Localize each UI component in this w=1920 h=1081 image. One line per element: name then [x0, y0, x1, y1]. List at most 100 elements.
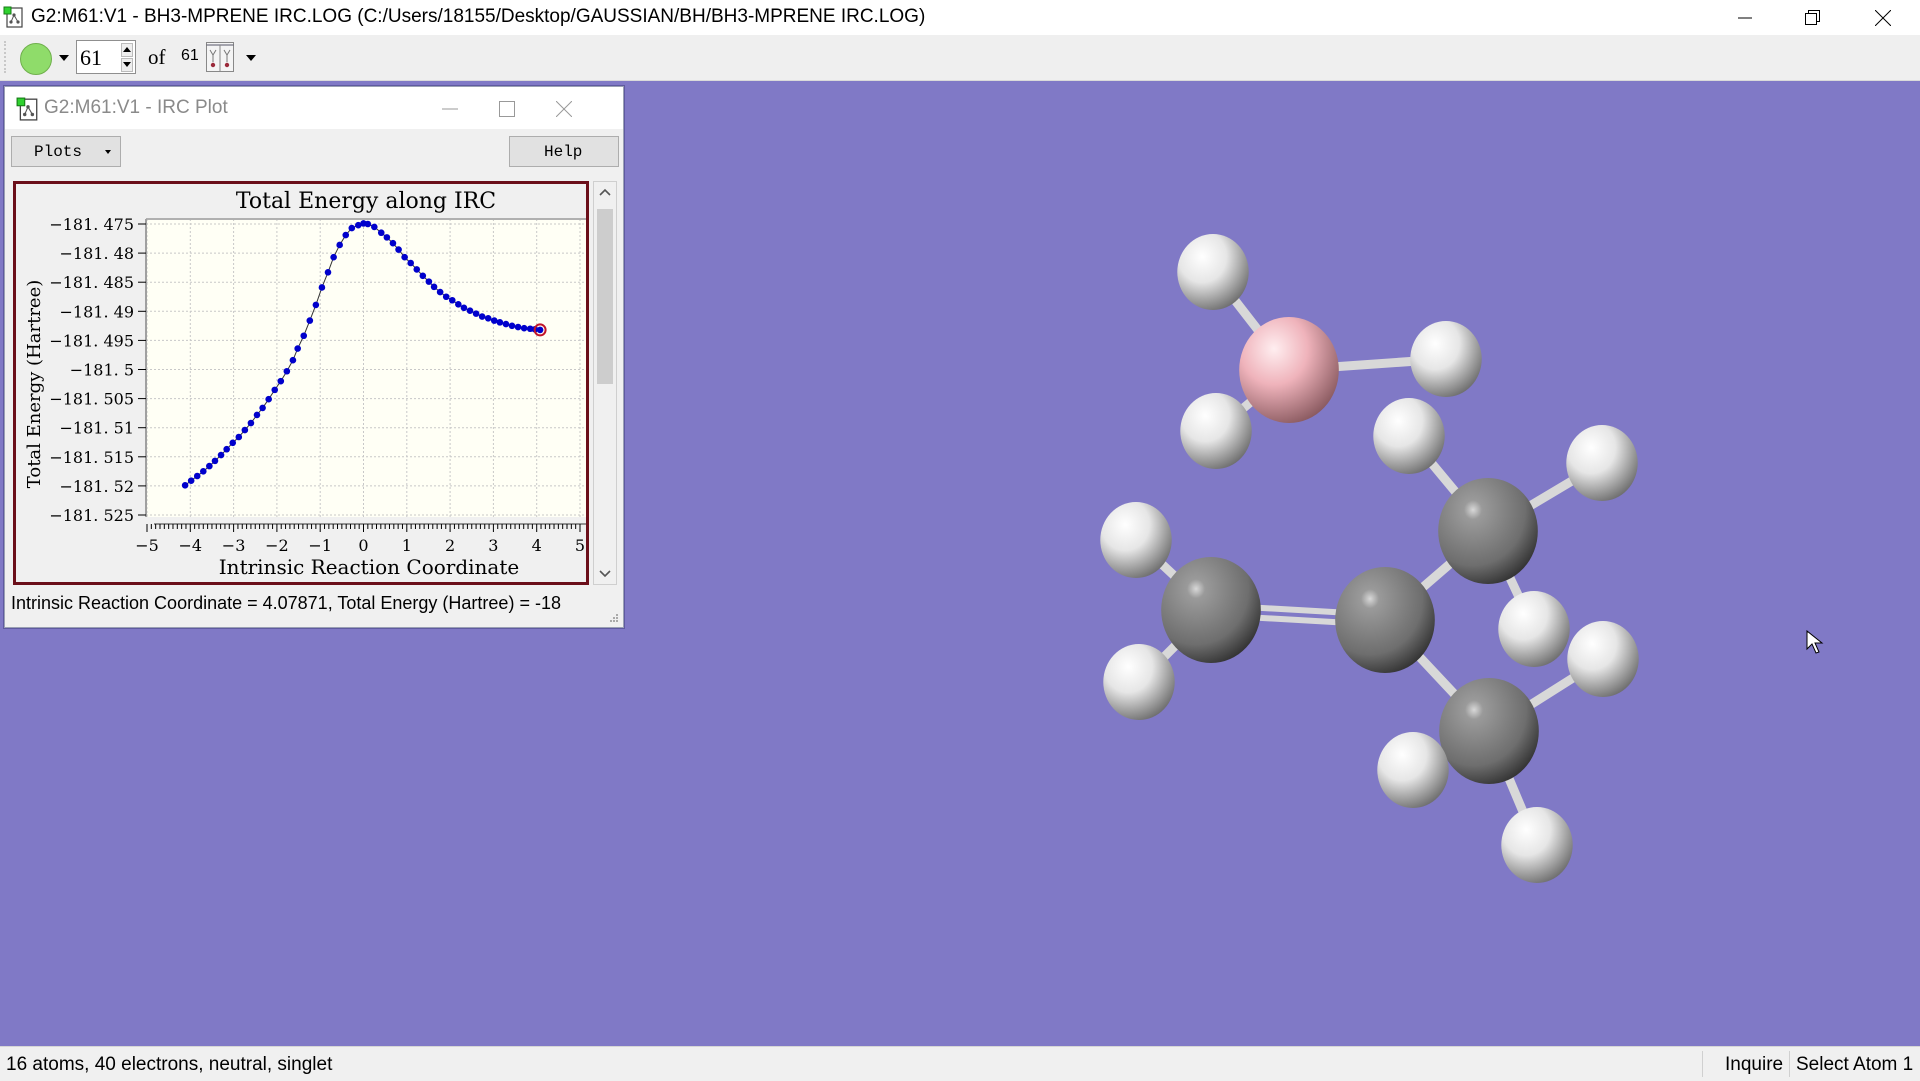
of-label: of	[148, 45, 166, 69]
data-point[interactable]	[383, 234, 391, 241]
data-point[interactable]	[217, 451, 225, 459]
scroll-up-icon[interactable]	[599, 188, 611, 196]
atom-h[interactable]	[1377, 732, 1449, 808]
irc-close-button[interactable]	[529, 91, 599, 126]
data-point[interactable]	[508, 322, 516, 330]
y-tick-label: −181. 505	[49, 390, 134, 409]
close-button[interactable]	[1848, 0, 1918, 35]
data-point[interactable]	[259, 404, 266, 412]
irc-dropdown-icon[interactable]	[246, 55, 256, 61]
atom-h[interactable]	[1373, 398, 1445, 474]
atom-h[interactable]	[1177, 234, 1249, 310]
data-point[interactable]	[478, 313, 486, 320]
minimize-button[interactable]	[1710, 0, 1780, 35]
data-point[interactable]	[430, 283, 438, 291]
data-point[interactable]	[472, 310, 480, 317]
data-point[interactable]	[460, 304, 468, 312]
data-point[interactable]	[536, 326, 544, 334]
data-point[interactable]	[502, 320, 510, 328]
atom-h[interactable]	[1410, 321, 1482, 397]
atom-h[interactable]	[1498, 591, 1570, 667]
data-point[interactable]	[389, 239, 397, 247]
irc-plot-frame: −181. 475 −181. 48 −181. 485 −181. 49 −181. …	[13, 181, 589, 585]
data-point[interactable]	[289, 356, 297, 364]
data-point[interactable]	[300, 332, 308, 340]
data-point[interactable]	[342, 231, 350, 239]
data-point[interactable]	[318, 284, 326, 291]
data-point[interactable]	[425, 278, 433, 285]
data-point[interactable]	[235, 433, 243, 441]
data-point[interactable]	[407, 259, 414, 267]
data-point[interactable]	[277, 377, 285, 385]
data-point[interactable]	[348, 224, 356, 232]
data-point[interactable]	[193, 472, 201, 480]
data-point[interactable]	[401, 253, 408, 261]
data-point[interactable]	[294, 345, 301, 352]
atom-c[interactable]	[1335, 567, 1435, 673]
atom-h[interactable]	[1566, 425, 1638, 501]
atom-c[interactable]	[1439, 678, 1539, 784]
data-point[interactable]	[490, 317, 498, 324]
atom-h[interactable]	[1103, 644, 1175, 720]
irc-chart[interactable]: −181. 475 −181. 48 −181. 485 −181. 49 −181. …	[16, 184, 589, 582]
data-point[interactable]	[253, 411, 261, 419]
atom-h[interactable]	[1501, 807, 1573, 883]
data-point[interactable]	[413, 266, 421, 273]
data-point[interactable]	[324, 269, 332, 276]
data-point[interactable]	[371, 223, 378, 231]
atom-b[interactable]	[1239, 317, 1339, 423]
y-axis-label: Total Energy (Hartree)	[24, 280, 45, 489]
resize-grip-icon[interactable]	[610, 614, 618, 622]
data-point[interactable]	[484, 314, 492, 322]
plots-dropdown-button[interactable]: Plots	[11, 136, 121, 167]
atom-c[interactable]	[1438, 478, 1538, 584]
element-color-button[interactable]	[20, 43, 52, 75]
data-point[interactable]	[455, 301, 462, 308]
atom-h[interactable]	[1180, 393, 1252, 469]
data-point[interactable]	[466, 307, 474, 315]
atom-h[interactable]	[1100, 502, 1172, 578]
frame-value[interactable]: 61	[80, 45, 102, 71]
data-point[interactable]	[223, 445, 230, 453]
atom-h[interactable]	[1567, 621, 1639, 697]
data-point[interactable]	[442, 293, 450, 301]
data-point[interactable]	[265, 395, 272, 403]
restore-button[interactable]	[1778, 0, 1848, 35]
data-point[interactable]	[187, 477, 195, 484]
atom-c[interactable]	[1161, 557, 1261, 663]
data-point[interactable]	[496, 319, 504, 326]
toolbar-grip[interactable]	[4, 41, 9, 73]
data-point[interactable]	[247, 419, 255, 427]
data-point[interactable]	[211, 457, 219, 465]
data-point[interactable]	[436, 288, 444, 296]
irc-window-titlebar[interactable]: G2:M61:V1 - IRC Plot	[5, 87, 623, 129]
data-point[interactable]	[312, 301, 320, 309]
data-point[interactable]	[395, 246, 402, 253]
data-point[interactable]	[181, 482, 189, 489]
data-point[interactable]	[419, 272, 427, 280]
data-point[interactable]	[364, 220, 372, 228]
irc-plot-icon[interactable]	[206, 42, 234, 72]
status-divider	[1702, 1051, 1703, 1077]
data-point[interactable]	[306, 317, 314, 324]
data-point[interactable]	[448, 296, 456, 304]
data-point[interactable]	[377, 229, 385, 237]
data-point[interactable]	[336, 241, 343, 249]
data-point[interactable]	[271, 386, 279, 394]
plot-vertical-scrollbar[interactable]	[593, 181, 617, 585]
data-point[interactable]	[199, 468, 207, 475]
data-point[interactable]	[283, 367, 291, 375]
help-button[interactable]: Help	[509, 136, 619, 167]
data-point[interactable]	[229, 439, 237, 447]
data-point[interactable]	[241, 426, 249, 434]
spin-down-button[interactable]	[121, 58, 133, 72]
data-point[interactable]	[520, 324, 528, 332]
data-point[interactable]	[514, 323, 522, 331]
scroll-down-icon[interactable]	[599, 570, 611, 578]
data-point[interactable]	[206, 462, 213, 470]
scrollbar-thumb[interactable]	[597, 209, 613, 384]
frame-spinbox[interactable]: 61	[76, 40, 136, 74]
data-point[interactable]	[330, 253, 337, 261]
spin-up-button[interactable]	[121, 43, 133, 57]
element-color-dropdown-icon[interactable]	[59, 55, 69, 61]
